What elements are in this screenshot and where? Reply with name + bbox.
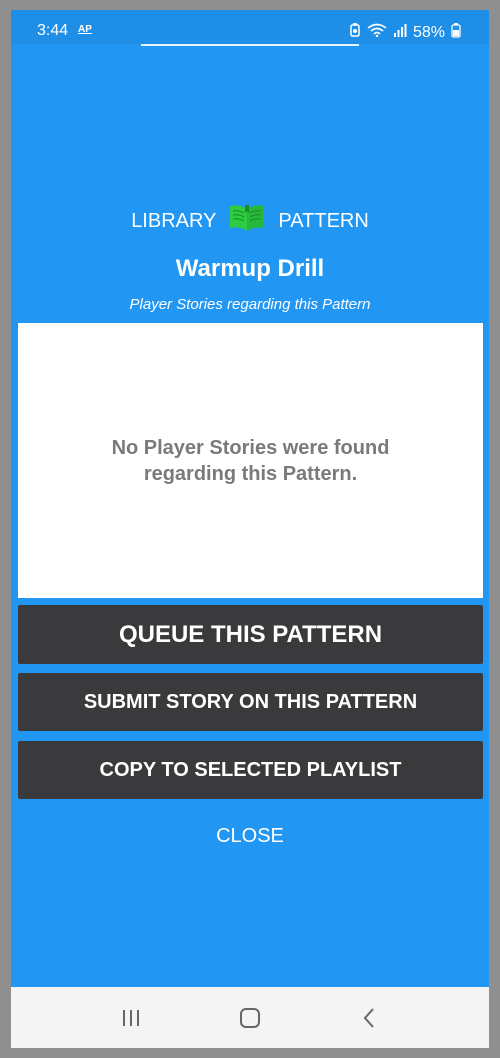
empty-stories-message: No Player Stories were found regarding t… — [111, 436, 390, 485]
header-row: LIBRARY PATTERN — [11, 204, 489, 238]
close-button[interactable]: CLOSE — [11, 825, 489, 848]
signal-icon — [393, 23, 407, 42]
library-label: LIBRARY — [131, 209, 217, 232]
battery-saver-icon — [349, 23, 361, 42]
back-button[interactable] — [349, 998, 389, 1038]
recent-apps-icon — [122, 1009, 139, 1026]
status-icons: 58% — [349, 22, 461, 43]
home-icon — [239, 1007, 260, 1028]
stories-panel: No Player Stories were found regarding t… — [18, 323, 483, 598]
copy-to-playlist-button[interactable]: COPY TO SELECTED PLAYLIST — [18, 741, 483, 799]
status-time: 3:44 — [37, 22, 69, 39]
page-title: Warmup Drill — [175, 255, 325, 282]
ap-badge: AP — [78, 24, 92, 35]
page-subtitle: Player Stories regarding this Pattern — [129, 296, 371, 313]
pattern-label: PATTERN — [278, 209, 369, 232]
status-bar: 3:44 AP 58% — [11, 10, 489, 44]
app-frame: 3:44 AP 58% LIBRARY PATTERN Warmup Drill… — [11, 10, 489, 1048]
recent-apps-button[interactable] — [111, 998, 151, 1038]
top-divider — [141, 44, 359, 46]
queue-pattern-button[interactable]: QUEUE THIS PATTERN — [18, 605, 483, 664]
system-nav-bar — [11, 987, 489, 1048]
submit-story-button[interactable]: SUBMIT STORY ON THIS PATTERN — [18, 673, 483, 731]
home-button[interactable] — [230, 998, 270, 1038]
book-icon — [228, 203, 266, 239]
battery-percent: 58% — [412, 23, 445, 41]
wifi-icon — [367, 23, 387, 42]
battery-icon — [451, 22, 461, 43]
back-icon — [363, 1007, 375, 1028]
